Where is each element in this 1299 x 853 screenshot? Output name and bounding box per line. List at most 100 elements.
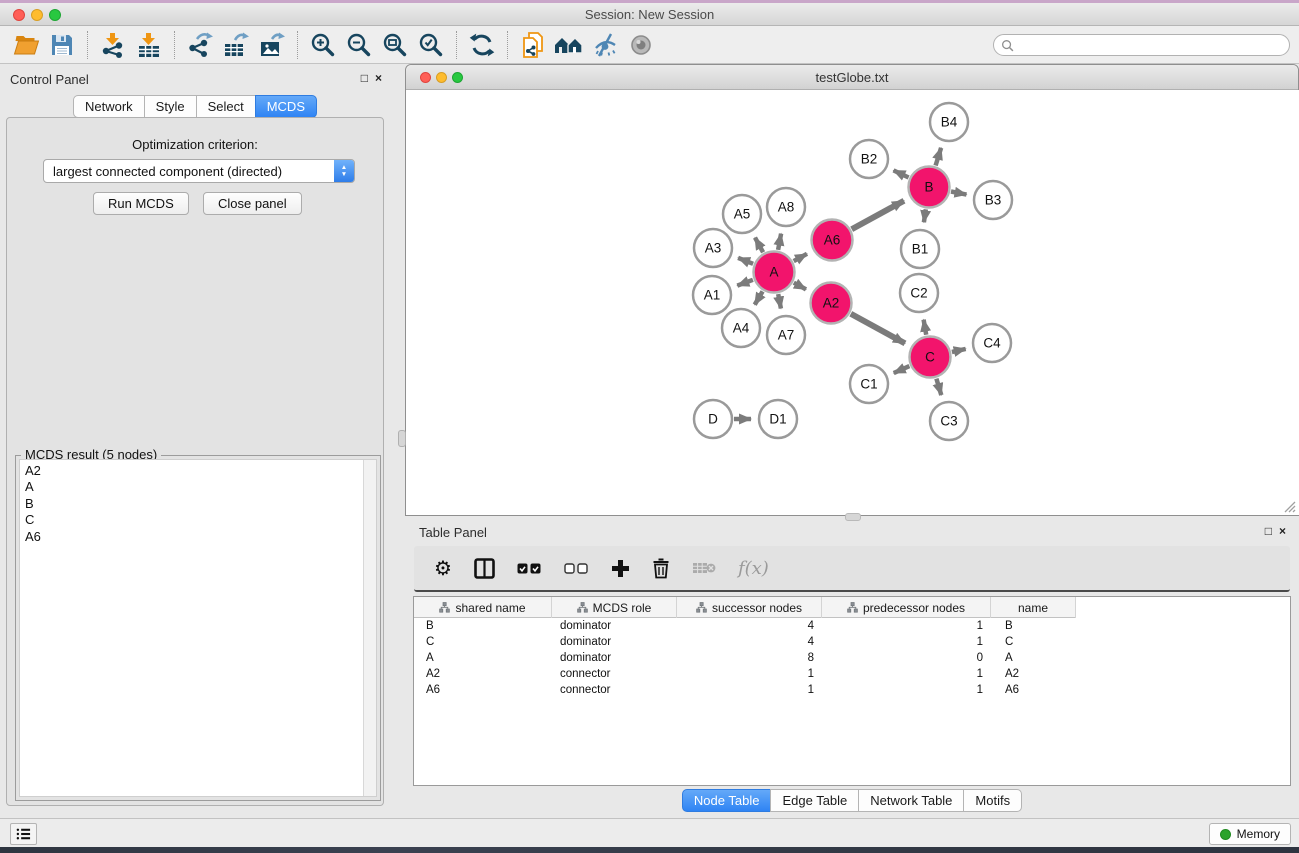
import-table-button[interactable] bbox=[131, 29, 167, 61]
vertical-splitter-handle[interactable] bbox=[398, 430, 406, 447]
table-settings-button[interactable]: ⚙ bbox=[434, 556, 452, 581]
task-history-button[interactable] bbox=[10, 823, 37, 845]
graph-node-C3[interactable]: C3 bbox=[930, 402, 968, 440]
mcds-result-list[interactable]: A2ABCA6 bbox=[19, 459, 377, 797]
graph-edge-B-B1[interactable] bbox=[924, 209, 926, 222]
graph-edge-A-A8[interactable] bbox=[778, 234, 781, 250]
table-row[interactable]: Bdominator41B bbox=[414, 619, 1290, 635]
graph-node-B4[interactable]: B4 bbox=[930, 103, 968, 141]
graph-edge-A2-C[interactable] bbox=[851, 314, 905, 344]
table-cell[interactable]: A6 bbox=[414, 683, 552, 699]
tab-network[interactable]: Network bbox=[73, 95, 145, 118]
table-cell[interactable]: A bbox=[414, 651, 552, 667]
tab-node-table[interactable]: Node Table bbox=[682, 789, 772, 812]
table-cell[interactable]: 1 bbox=[822, 619, 991, 635]
table-row[interactable]: Adominator80A bbox=[414, 651, 1290, 667]
deselect-all-rows-button[interactable] bbox=[564, 563, 589, 574]
resize-grip-icon[interactable] bbox=[1282, 499, 1296, 513]
table-cell[interactable]: B bbox=[414, 619, 552, 635]
table-cell[interactable]: 0 bbox=[822, 651, 991, 667]
table-cell[interactable]: A6 bbox=[991, 683, 1076, 699]
graph-node-B2[interactable]: B2 bbox=[850, 140, 888, 178]
tab-style[interactable]: Style bbox=[144, 95, 197, 118]
graph-node-A[interactable]: A bbox=[754, 252, 795, 293]
show-columns-button[interactable] bbox=[474, 558, 495, 579]
table-cell[interactable]: B bbox=[991, 619, 1076, 635]
graph-node-A8[interactable]: A8 bbox=[767, 188, 805, 226]
close-panel-icon[interactable]: × bbox=[1279, 524, 1286, 538]
graph-node-B[interactable]: B bbox=[909, 167, 950, 208]
graph-node-A3[interactable]: A3 bbox=[694, 229, 732, 267]
close-panel-icon[interactable]: × bbox=[375, 71, 382, 85]
new-network-from-selection-button[interactable] bbox=[515, 29, 551, 61]
delete-column-button[interactable] bbox=[652, 558, 670, 579]
table-cell[interactable]: C bbox=[414, 635, 552, 651]
table-cell[interactable]: dominator bbox=[552, 635, 677, 651]
graph-node-A5[interactable]: A5 bbox=[723, 195, 761, 233]
table-cell[interactable]: C bbox=[991, 635, 1076, 651]
table-cell[interactable]: 4 bbox=[677, 619, 822, 635]
refresh-view-button[interactable] bbox=[464, 29, 500, 61]
zoom-in-button[interactable] bbox=[305, 29, 341, 61]
column-header-name[interactable]: name bbox=[991, 597, 1076, 618]
graph-node-C4[interactable]: C4 bbox=[973, 324, 1011, 362]
save-session-button[interactable] bbox=[44, 29, 80, 61]
zoom-selected-button[interactable] bbox=[413, 29, 449, 61]
tab-edge-table[interactable]: Edge Table bbox=[770, 789, 859, 812]
column-header-predecessor-nodes[interactable]: predecessor nodes bbox=[822, 597, 991, 618]
mcds-result-item[interactable]: A bbox=[20, 479, 376, 495]
graph-node-A7[interactable]: A7 bbox=[767, 316, 805, 354]
column-header-successor-nodes[interactable]: successor nodes bbox=[677, 597, 822, 618]
graph-edge-C-C1[interactable] bbox=[894, 366, 910, 373]
table-row[interactable]: A6connector11A6 bbox=[414, 683, 1290, 699]
graph-node-A1[interactable]: A1 bbox=[693, 276, 731, 314]
graph-edge-B-B3[interactable] bbox=[951, 192, 967, 195]
list-scrollbar[interactable] bbox=[363, 460, 376, 796]
table-cell[interactable]: 1 bbox=[677, 667, 822, 683]
open-session-button[interactable] bbox=[8, 29, 44, 61]
graph-node-B1[interactable]: B1 bbox=[901, 230, 939, 268]
mcds-result-item[interactable]: A6 bbox=[20, 529, 376, 545]
graph-edge-A-A6[interactable] bbox=[794, 254, 807, 261]
mcds-result-item[interactable]: A2 bbox=[20, 463, 376, 479]
table-cell[interactable]: dominator bbox=[552, 619, 677, 635]
tab-select[interactable]: Select bbox=[196, 95, 256, 118]
graph-node-A2[interactable]: A2 bbox=[811, 283, 852, 324]
toolbar-search[interactable] bbox=[993, 34, 1290, 56]
table-cell[interactable]: dominator bbox=[552, 651, 677, 667]
export-network-button[interactable] bbox=[182, 29, 218, 61]
tab-network-table[interactable]: Network Table bbox=[858, 789, 964, 812]
graph-node-C1[interactable]: C1 bbox=[850, 365, 888, 403]
graph-edge-C-C3[interactable] bbox=[936, 379, 941, 396]
graph-edge-A-A3[interactable] bbox=[738, 258, 753, 264]
table-cell[interactable]: connector bbox=[552, 683, 677, 699]
table-cell[interactable]: 1 bbox=[677, 683, 822, 699]
graph-node-C2[interactable]: C2 bbox=[900, 274, 938, 312]
graph-edge-B-B2[interactable] bbox=[894, 170, 909, 177]
graph-edge-A6-B[interactable] bbox=[852, 201, 904, 230]
show-graphics-details-button[interactable] bbox=[623, 29, 659, 61]
graph-edge-C-C2[interactable] bbox=[924, 320, 927, 335]
run-mcds-button[interactable]: Run MCDS bbox=[93, 192, 189, 215]
export-image-button[interactable] bbox=[254, 29, 290, 61]
column-header-shared-name[interactable]: shared name bbox=[414, 597, 552, 618]
mcds-result-item[interactable]: B bbox=[20, 496, 376, 512]
search-input[interactable] bbox=[1014, 36, 1289, 54]
graph-edge-A-A7[interactable] bbox=[778, 294, 781, 308]
graph-edge-A-A2[interactable] bbox=[794, 283, 806, 290]
graph-node-A6[interactable]: A6 bbox=[812, 220, 853, 261]
table-cell[interactable]: 4 bbox=[677, 635, 822, 651]
main-titlebar[interactable]: Session: New Session bbox=[0, 3, 1299, 26]
mcds-result-item[interactable]: C bbox=[20, 512, 376, 528]
float-panel-icon[interactable]: □ bbox=[361, 71, 368, 85]
graph-node-B3[interactable]: B3 bbox=[974, 181, 1012, 219]
table-cell[interactable]: A2 bbox=[991, 667, 1076, 683]
graph-node-D[interactable]: D bbox=[694, 400, 732, 438]
network-titlebar[interactable]: testGlobe.txt bbox=[406, 65, 1298, 90]
graph-node-D1[interactable]: D1 bbox=[759, 400, 797, 438]
export-table-button[interactable] bbox=[218, 29, 254, 61]
table-row[interactable]: A2connector11A2 bbox=[414, 667, 1290, 683]
graph-node-A4[interactable]: A4 bbox=[722, 309, 760, 347]
tab-motifs[interactable]: Motifs bbox=[963, 789, 1022, 812]
table-cell[interactable]: connector bbox=[552, 667, 677, 683]
